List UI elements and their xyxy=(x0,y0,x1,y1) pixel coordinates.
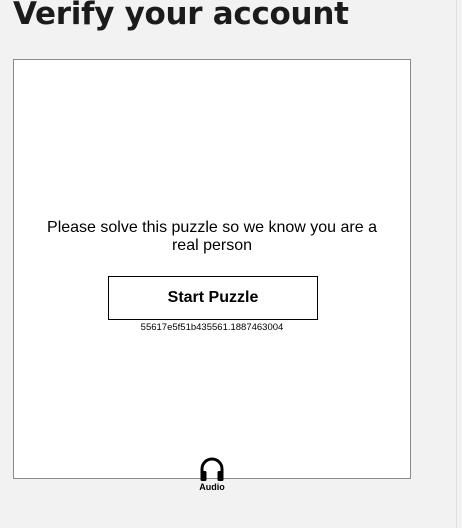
puzzle-prompt: Please solve this puzzle so we know you … xyxy=(47,219,377,254)
headphones-icon xyxy=(200,457,224,481)
right-divider xyxy=(456,0,457,528)
session-id: 55617e5f51b435561.1887463004 xyxy=(140,322,284,333)
start-puzzle-button[interactable]: Start Puzzle xyxy=(108,276,318,320)
audio-label: Audio xyxy=(199,482,225,492)
page-title: Verify your account xyxy=(13,0,349,32)
audio-button[interactable]: Audio xyxy=(191,456,233,498)
puzzle-frame: Please solve this puzzle so we know you … xyxy=(13,59,411,492)
